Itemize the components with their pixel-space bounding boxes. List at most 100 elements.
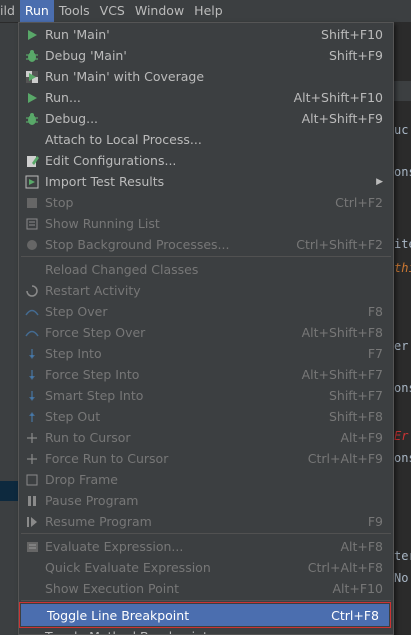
menu-item-debug-main[interactable]: Debug 'Main' Shift+F9 [19,45,393,66]
force-step-into-icon [19,364,45,385]
menu-item-label: Force Run to Cursor [45,451,169,466]
menu-separator [21,600,391,601]
menu-item-shortcut: F8 [367,304,383,319]
menu-item-shortcut: Ctrl+Shift+F2 [296,237,383,252]
menu-item-shortcut: Alt+F9 [340,430,383,445]
menu-item-resume-program[interactable]: Resume Program F9 [19,511,393,532]
menu-item-label: Quick Evaluate Expression [45,560,211,575]
run-icon [19,24,45,45]
menu-help[interactable]: Help [189,0,228,22]
menu-item-label: Run 'Main' [45,27,110,42]
menu-item-shortcut: Alt+Shift+F10 [293,90,383,105]
stop-icon [19,192,45,213]
step-over-icon [19,301,45,322]
step-out-icon [19,406,45,427]
coverage-icon [19,66,45,87]
menu-item-attach-to-local-process[interactable]: Attach to Local Process... [19,129,393,150]
menu-item-label: Show Execution Point [45,581,180,596]
menu-item-toggle-line-breakpoint[interactable]: Toggle Line Breakpoint Ctrl+F8 [19,602,391,628]
menu-item-label: Toggle Method Breakpoint [45,629,383,634]
menu-window[interactable]: Window [130,0,189,22]
code-fragment: er [394,339,409,353]
menu-item-label: Edit Configurations... [45,153,177,168]
menu-item-shortcut: Alt+Shift+F8 [301,325,383,340]
menu-separator [21,533,391,534]
menu-item-label: Debug 'Main' [45,48,127,63]
menu-item-label: Step Over [45,304,108,319]
menu-item-evaluate-expression[interactable]: Evaluate Expression... Alt+F8 [19,536,393,557]
main-menu-bar: ild Run Tools VCS Window Help [0,0,411,23]
menu-item-pause-program[interactable]: Pause Program [19,490,393,511]
menu-item-shortcut: Ctrl+F8 [331,607,379,623]
force-run-to-cursor-icon [19,448,45,469]
menu-item-shortcut: Alt+F8 [340,539,383,554]
menu-run[interactable]: Run [19,0,54,22]
debug-icon [19,108,45,129]
menu-item-force-run-to-cursor[interactable]: Force Run to Cursor Ctrl+Alt+F9 [19,448,393,469]
menu-item-debug[interactable]: Debug... Alt+Shift+F9 [19,108,393,129]
menu-item-run-main-with-coverage[interactable]: Run 'Main' with Coverage [19,66,393,87]
menu-item-drop-frame[interactable]: Drop Frame [19,469,393,490]
menu-item-shortcut: F7 [367,346,383,361]
icon-placeholder [19,259,45,280]
menu-item-force-step-over[interactable]: Force Step Over Alt+Shift+F8 [19,322,393,343]
menu-item-label: Step Out [45,409,101,424]
menu-item-shortcut: Shift+F8 [328,409,383,424]
menu-item-import-test-results[interactable]: Import Test Results ▶ [19,171,393,192]
menu-item-run[interactable]: Run... Alt+Shift+F10 [19,87,393,108]
menu-item-quick-evaluate-expression[interactable]: Quick Evaluate Expression Ctrl+Alt+F8 [19,557,393,578]
run-menu-dropdown: Run 'Main' Shift+F10 Debug 'Main' Shift+F9 R… [18,22,394,635]
smart-step-into-icon [19,385,45,406]
code-fragment: thi [394,261,411,275]
menu-item-step-into[interactable]: Step Into F7 [19,343,393,364]
menu-item-step-over[interactable]: Step Over F8 [19,301,393,322]
code-fragment: uc [394,123,409,137]
menu-item-stop[interactable]: Stop Ctrl+F2 [19,192,393,213]
drop-frame-icon [19,469,45,490]
main-toolbar [0,23,20,103]
menu-item-label: Force Step Into [45,367,140,382]
menu-separator [21,256,391,257]
menu-item-show-running-list[interactable]: Show Running List [19,213,393,234]
menu-item-label: Stop Background Processes... [45,237,230,252]
menu-item-label: Drop Frame [45,472,118,487]
menu-item-shortcut: Ctrl+Alt+F9 [307,451,383,466]
menu-item-stop-background-processes[interactable]: Stop Background Processes... Ctrl+Shift+F… [19,234,393,255]
menu-item-shortcut: Ctrl+F2 [335,195,383,210]
menu-item-label: Resume Program [45,514,152,529]
code-fragment: ons [394,165,411,179]
menu-item-run-to-cursor[interactable]: Run to Cursor Alt+F9 [19,427,393,448]
project-panel [0,103,20,635]
menu-item-show-execution-point[interactable]: Show Execution Point Alt+F10 [19,578,393,599]
menu-item-toggle-method-breakpoint[interactable]: Toggle Method Breakpoint [19,626,393,634]
debug-icon [19,45,45,66]
menu-ild[interactable]: ild [0,0,20,22]
menu-item-restart-activity[interactable]: Restart Activity [19,280,393,301]
menu-item-label: Show Running List [45,216,160,231]
menu-item-shortcut: Ctrl+Alt+F8 [307,560,383,575]
icon-placeholder [19,578,45,599]
menu-item-label: Run... [45,90,81,105]
list-icon [19,213,45,234]
menu-item-label: Evaluate Expression... [45,539,184,554]
menu-item-edit-configurations[interactable]: Edit Configurations... [19,150,393,171]
menu-item-step-out[interactable]: Step Out Shift+F8 [19,406,393,427]
force-step-over-icon [19,322,45,343]
menu-item-label: Run 'Main' with Coverage [45,69,205,84]
code-fragment: ons [394,381,411,395]
menu-item-run-main[interactable]: Run 'Main' Shift+F10 [19,24,393,45]
menu-vcs[interactable]: VCS [95,0,130,22]
code-fragment: ons [394,451,411,465]
run-to-cursor-icon [19,427,45,448]
menu-tools[interactable]: Tools [54,0,95,22]
menu-item-shortcut: Shift+F7 [328,388,383,403]
menu-item-reload-changed-classes[interactable]: Reload Changed Classes [19,259,393,280]
stop-bg-icon [19,234,45,255]
selected-tree-row [0,481,20,501]
menu-item-smart-step-into[interactable]: Smart Step Into Shift+F7 [19,385,393,406]
menu-item-label: Debug... [45,111,99,126]
menu-item-force-step-into[interactable]: Force Step Into Alt+Shift+F7 [19,364,393,385]
submenu-arrow-icon: ▶ [376,176,383,187]
menu-item-shortcut: Alt+Shift+F9 [301,111,383,126]
menu-item-label: Attach to Local Process... [45,132,202,147]
